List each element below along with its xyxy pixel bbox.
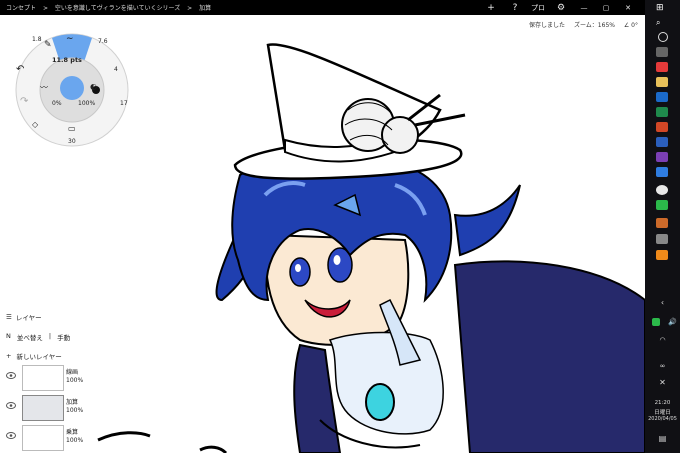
layer-row[interactable]: 乗算 100%: [4, 424, 86, 451]
opacity-min: 0%: [52, 100, 62, 107]
breadcrumb-separator: >: [42, 5, 48, 12]
explorer-icon[interactable]: [656, 77, 668, 87]
link-icon[interactable]: ∞: [645, 362, 680, 370]
layer-thumbnail: [22, 425, 64, 451]
pen-tool-icon[interactable]: ✎: [44, 40, 52, 50]
save-status: 保存しました: [529, 22, 566, 29]
tray-chevron-icon[interactable]: ‹: [645, 298, 680, 307]
restore-button[interactable]: ▢: [595, 1, 617, 14]
chrome-icon[interactable]: [656, 185, 668, 195]
minimize-button[interactable]: —: [573, 1, 595, 14]
breadcrumb-project[interactable]: 空いを意識してヴィランを描いていくシリーズ: [55, 5, 180, 12]
sort-label: 並べ替え: [16, 334, 43, 342]
windows-taskbar: ⊞ ⌕ ‹ 🔊 ◠ ∞ ✕ 21:20 日曜日 2020/04/05 ▤: [645, 0, 680, 453]
add-button[interactable]: +: [479, 1, 503, 14]
help-button[interactable]: ?: [503, 1, 527, 14]
layer-name: 加算: [66, 399, 79, 406]
layer-row[interactable]: 線画 100%: [4, 364, 86, 391]
eraser-icon[interactable]: ▭: [68, 124, 76, 133]
zoom-level[interactable]: ズーム：165%: [574, 22, 615, 29]
redo-arrow-icon[interactable]: ↷: [20, 96, 28, 107]
layers-title: レイヤー: [15, 314, 42, 322]
tray-close-icon[interactable]: ✕: [645, 378, 680, 387]
powerpoint-icon[interactable]: [656, 122, 668, 132]
layers-list-icon: ☰: [6, 313, 12, 321]
brush-left-value[interactable]: 1.8: [32, 36, 42, 43]
excel-icon[interactable]: [656, 107, 668, 117]
windows-icon[interactable]: ⊞: [656, 3, 668, 13]
layers-panel: ☰ レイヤー N 並べ替え | 手動 + 新しいレイヤー 線画 100% 加算 …: [0, 306, 96, 453]
selection-tool-icon[interactable]: ◇: [32, 120, 38, 129]
opacity-max: 100%: [78, 100, 96, 107]
new-layer-label: 新しいレイヤー: [16, 353, 62, 361]
title-bar-actions: + ? プロ ⚙ — ▢ ✕: [479, 1, 639, 14]
outlook-icon[interactable]: [656, 92, 668, 102]
new-layer-button[interactable]: + 新しいレイヤー: [6, 351, 62, 361]
rotation-angle[interactable]: ∠ 0°: [624, 22, 638, 29]
layer-opacity: 100%: [66, 437, 84, 444]
settings-gear-icon[interactable]: ⚙: [549, 1, 573, 14]
search-icon[interactable]: ⌕: [656, 18, 668, 28]
pressure-icon[interactable]: 〰: [40, 82, 48, 93]
brush-wheel[interactable]: 11.8 ∼ 11.8 pts 0% 100% 1.8 7.6 4 17 30 …: [14, 20, 134, 148]
brush-size-top[interactable]: 11.8: [66, 26, 79, 33]
brush-size-label[interactable]: 11.8 pts: [52, 56, 82, 64]
layers-header[interactable]: ☰ レイヤー: [6, 312, 42, 322]
word-icon[interactable]: [656, 137, 668, 147]
breadcrumb: コンセプト > 空いを意識してヴィランを描いていくシリーズ > 加算: [6, 3, 216, 12]
app-icon[interactable]: [656, 234, 668, 244]
plus-icon: +: [6, 352, 12, 360]
contrast-icon[interactable]: ◐: [90, 82, 97, 91]
sort-mode[interactable]: 手動: [57, 332, 70, 342]
layer-sort-control[interactable]: N 並べ替え | 手動: [6, 332, 70, 342]
sort-separator: |: [48, 332, 52, 340]
clock-date[interactable]: 2020/04/05: [645, 416, 680, 422]
layer-name: 乗算: [66, 429, 79, 436]
visibility-eye-icon[interactable]: [6, 402, 16, 409]
breadcrumb-root[interactable]: コンセプト: [6, 5, 36, 12]
line-icon[interactable]: [656, 200, 668, 210]
brush-bottom-value[interactable]: 30: [68, 138, 76, 145]
clock-time[interactable]: 21:20: [645, 400, 680, 406]
clock-day[interactable]: 日曜日: [645, 408, 680, 416]
breadcrumb-separator: >: [187, 5, 193, 12]
visibility-eye-icon[interactable]: [6, 372, 16, 379]
cortana-icon[interactable]: [658, 32, 668, 42]
brush-tilde-icon: ∼: [66, 34, 74, 44]
volume-icon[interactable]: 🔊: [655, 318, 680, 326]
title-bar: コンセプト > 空いを意識してヴィランを描いていくシリーズ > 加算 + ? プ…: [0, 0, 645, 15]
opera-icon[interactable]: [656, 62, 668, 72]
undo-arrow-icon[interactable]: ↶: [16, 64, 24, 75]
brush-right-upper[interactable]: 4: [114, 66, 118, 73]
canvas-status: 保存しました ズーム：165% ∠ 0°: [522, 20, 638, 29]
brush-right-lower[interactable]: 17: [120, 100, 128, 107]
todo-icon[interactable]: [656, 167, 668, 177]
layer-row[interactable]: 加算 100%: [4, 394, 86, 421]
layer-name: 線画: [66, 369, 79, 376]
taskview-icon[interactable]: [656, 47, 668, 57]
brush-right-value[interactable]: 7.6: [98, 38, 108, 45]
layer-thumbnail: [22, 395, 64, 421]
layer-opacity: 100%: [66, 377, 84, 384]
close-button[interactable]: ✕: [617, 1, 639, 14]
notification-icon[interactable]: ▤: [645, 434, 680, 443]
breadcrumb-drawing: 加算: [199, 5, 212, 12]
vlc-icon[interactable]: [656, 250, 668, 260]
onenote-icon[interactable]: [656, 152, 668, 162]
concepts-icon[interactable]: [656, 218, 668, 228]
layer-opacity: 100%: [66, 407, 84, 414]
wifi-icon[interactable]: ◠: [645, 336, 680, 344]
pro-button[interactable]: プロ: [527, 1, 549, 14]
layer-thumbnail: [22, 365, 64, 391]
sort-icon: N: [6, 332, 11, 340]
visibility-eye-icon[interactable]: [6, 432, 16, 439]
